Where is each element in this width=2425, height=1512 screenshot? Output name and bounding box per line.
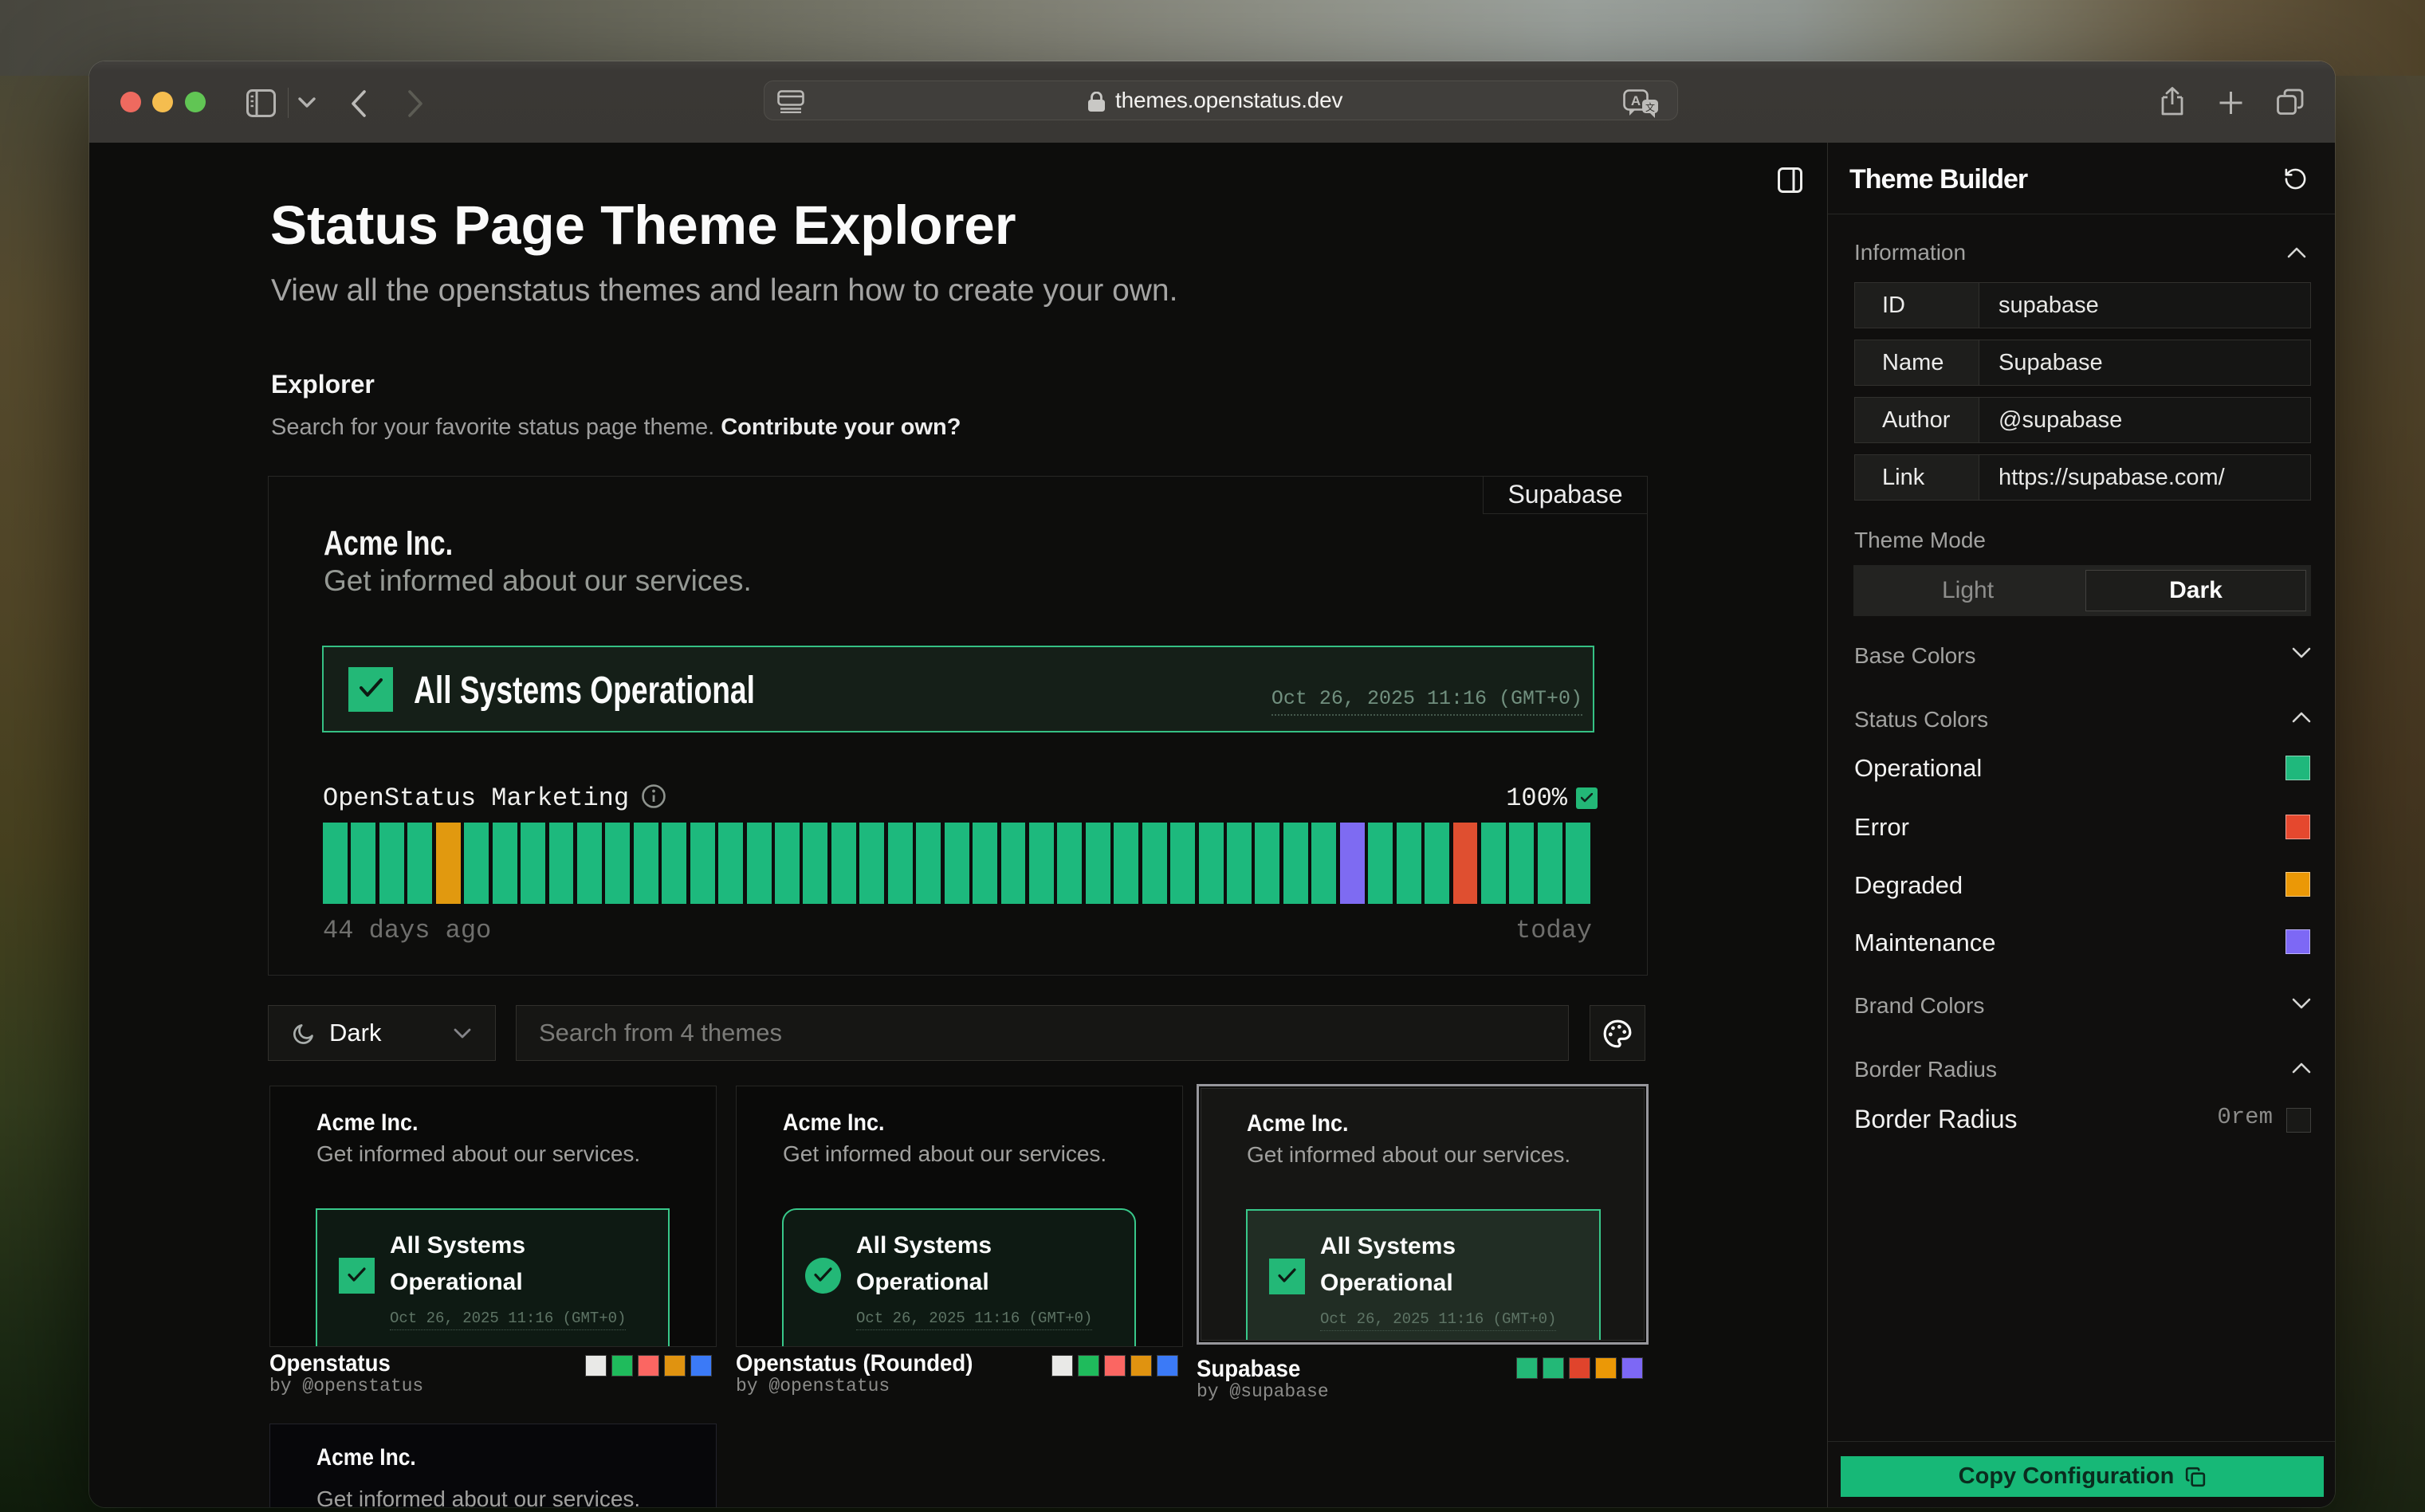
- svg-text:A: A: [1631, 93, 1641, 108]
- svg-text:文: 文: [1645, 101, 1655, 113]
